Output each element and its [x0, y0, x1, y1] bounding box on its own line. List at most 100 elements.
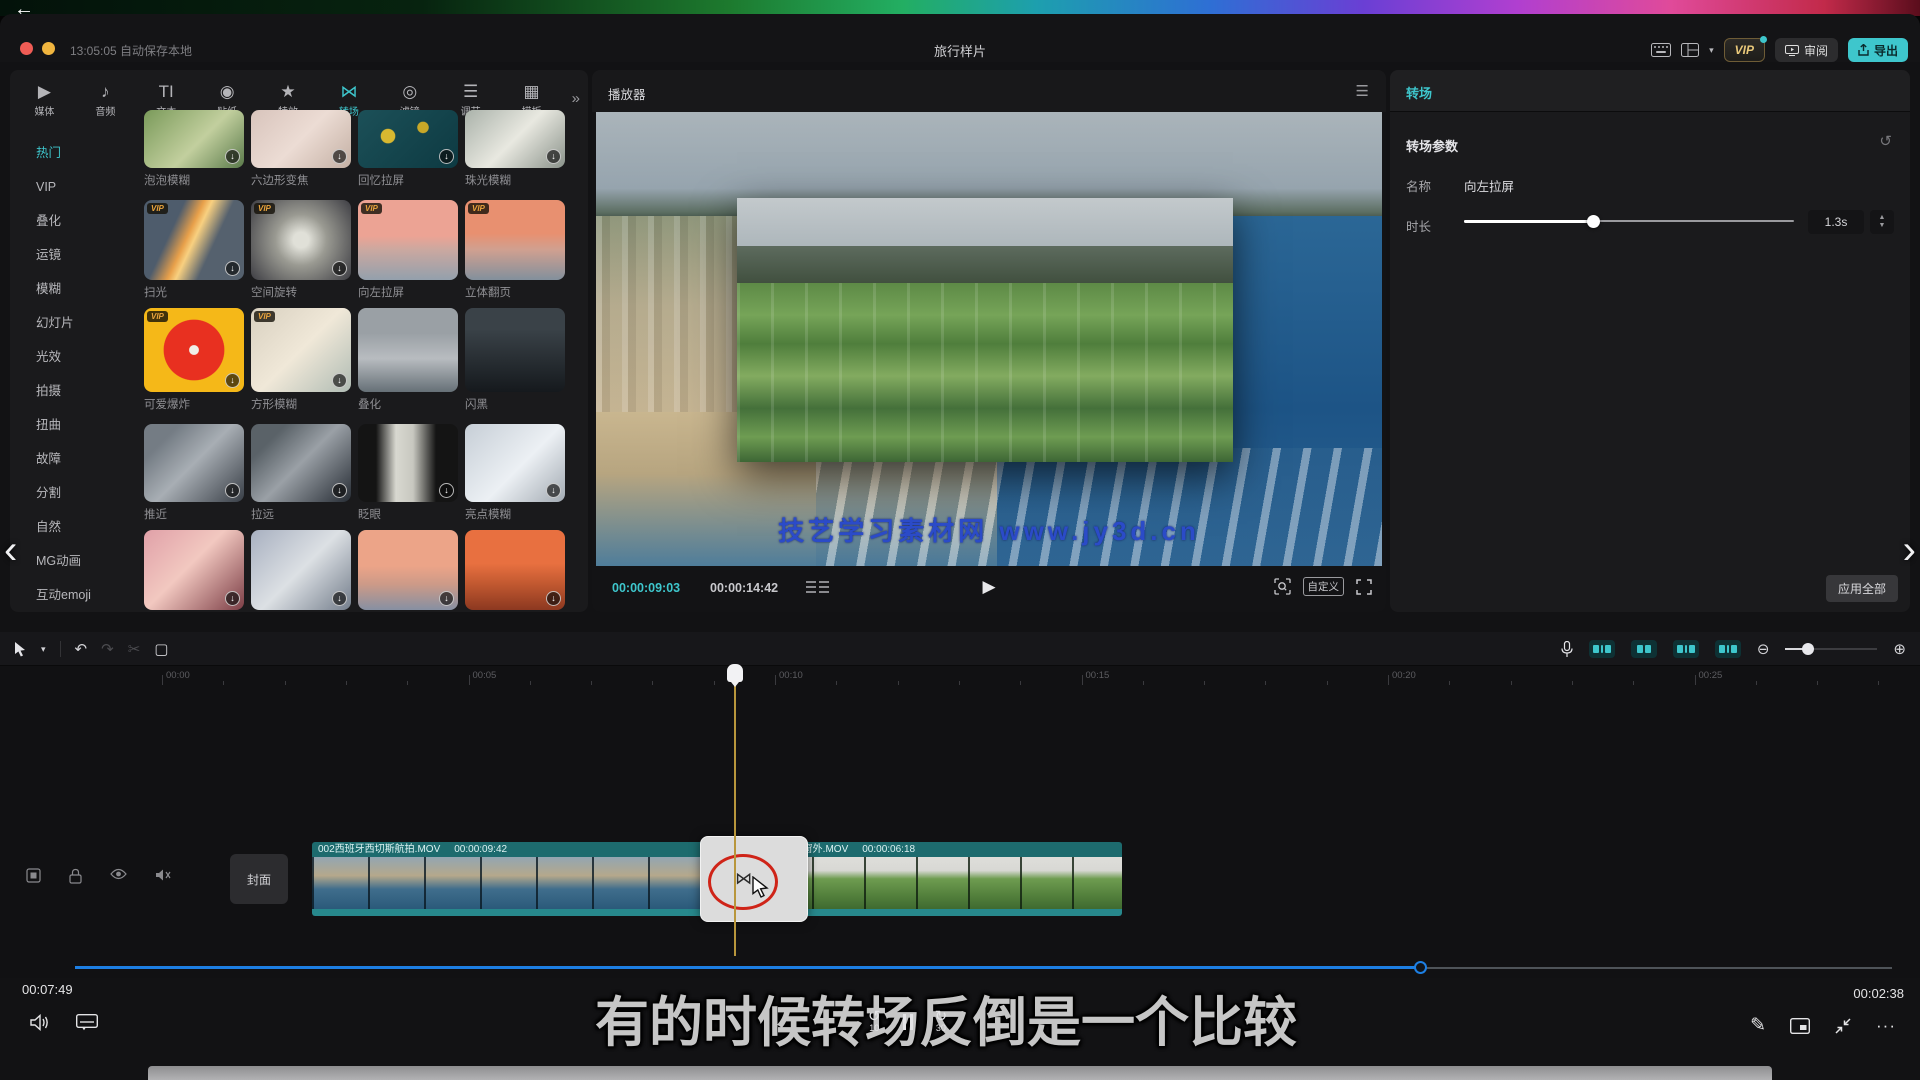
mute-track-icon[interactable]	[155, 868, 171, 882]
ruler-tick	[1817, 681, 1818, 685]
timeline-clip-2[interactable]: 001高铁窗外.MOV00:00:06:18	[760, 842, 1122, 916]
preview-axis-toggle[interactable]	[1715, 640, 1741, 658]
apply-all-button[interactable]: 应用全部	[1826, 575, 1898, 602]
zoom-fit-icon[interactable]	[1274, 578, 1291, 595]
transition-thumbnail[interactable]: VIP	[465, 200, 565, 280]
timeline-zoom-in-icon[interactable]: ⊕	[1893, 640, 1906, 658]
transition-thumbnail[interactable]: ↓	[251, 110, 351, 168]
ruler-tick	[1327, 681, 1328, 685]
back-icon[interactable]: ←	[14, 0, 34, 21]
duration-slider-handle[interactable]	[1587, 215, 1600, 228]
reset-icon[interactable]: ↺	[1879, 132, 1892, 150]
timeline-zoom-handle[interactable]	[1802, 643, 1814, 655]
pause-button[interactable]	[903, 1014, 913, 1030]
review-button[interactable]: 审阅	[1775, 38, 1838, 62]
split-icon[interactable]: ✂	[128, 640, 141, 658]
transition-thumbnail[interactable]: ↓	[358, 110, 458, 168]
timeline-playhead-handle[interactable]	[727, 664, 743, 682]
pip-icon[interactable]	[1790, 1018, 1810, 1034]
fullscreen-icon[interactable]	[1356, 579, 1372, 595]
redo-icon[interactable]: ↷	[101, 640, 114, 658]
duration-stepper[interactable]: ▲▼	[1870, 210, 1894, 234]
transition-thumbnail-label: 拉远	[251, 506, 355, 522]
toolbar-tab-1[interactable]: ▶媒体	[14, 74, 75, 126]
toolbar-more-icon[interactable]: »	[572, 90, 580, 107]
category-item-9[interactable]: 扭曲	[10, 408, 134, 442]
category-item-6[interactable]: 幻灯片	[10, 306, 134, 340]
transition-thumbnail[interactable]: ↓	[465, 110, 565, 168]
category-item-13[interactable]: MG动画	[10, 544, 134, 578]
volume-icon[interactable]	[30, 1014, 50, 1031]
cover-button[interactable]: 封面	[230, 854, 288, 904]
category-item-12[interactable]: 自然	[10, 510, 134, 544]
auto-snap-toggle[interactable]	[1631, 640, 1657, 658]
transition-thumbnail[interactable]: ↓	[144, 424, 244, 502]
scale-mode-button[interactable]: 自定义	[1303, 577, 1345, 596]
transition-thumbnail[interactable]	[358, 308, 458, 392]
select-tool-icon[interactable]	[14, 641, 27, 657]
vip-button[interactable]: VIP	[1724, 38, 1765, 62]
collapse-track-icon[interactable]	[26, 868, 41, 883]
edit-notes-icon[interactable]: ✎	[1750, 1014, 1766, 1037]
toolbar-tab-icon: ▦	[524, 83, 540, 101]
category-item-4[interactable]: 运镜	[10, 238, 134, 272]
hide-track-icon[interactable]	[110, 868, 127, 880]
category-item-5[interactable]: 模糊	[10, 272, 134, 306]
inspector-tab-transition[interactable]: 转场	[1406, 83, 1432, 102]
rewind-10-button[interactable]: ↺10	[868, 1010, 881, 1033]
transition-thumbnail[interactable]: ↓	[465, 530, 565, 610]
timeline-clip-1[interactable]: 002西班牙西切斯航拍.MOV00:00:09:42	[312, 842, 760, 916]
transition-thumbnail[interactable]: VIP↓	[144, 200, 244, 280]
duration-slider[interactable]	[1464, 215, 1794, 227]
video-progress-knob[interactable]	[1414, 961, 1427, 974]
transition-thumbnail[interactable]: ↓	[144, 530, 244, 610]
toolbar-tab-2[interactable]: ♪音频	[75, 74, 136, 126]
layout-switch-icon[interactable]	[1681, 43, 1699, 57]
transition-thumbnail[interactable]: ↓	[465, 424, 565, 502]
category-item-10[interactable]: 故障	[10, 442, 134, 476]
timeline-ruler[interactable]: 00:0000:0500:1000:1500:2000:25	[0, 666, 1920, 688]
transition-thumbnail[interactable]: VIP	[358, 200, 458, 280]
duration-value[interactable]: 1.3s	[1808, 210, 1864, 234]
main-track-magnet-toggle[interactable]	[1589, 640, 1615, 658]
video-progress-bar[interactable]	[75, 966, 1892, 970]
category-item-8[interactable]: 拍摄	[10, 374, 134, 408]
more-options-icon[interactable]: ···	[1876, 1016, 1896, 1036]
record-voiceover-icon[interactable]	[1561, 641, 1573, 658]
timeline-zoom-out-icon[interactable]: ⊖	[1757, 640, 1770, 658]
exit-fullscreen-icon[interactable]	[1834, 1017, 1852, 1035]
layout-dropdown-icon[interactable]: ▾	[1709, 45, 1714, 56]
next-chevron-icon[interactable]: ›	[1903, 528, 1916, 573]
play-button[interactable]: ▶	[982, 577, 995, 597]
transition-thumbnail[interactable]: VIP↓	[251, 200, 351, 280]
category-item-7[interactable]: 光效	[10, 340, 134, 374]
transition-thumbnail[interactable]: ↓	[251, 424, 351, 502]
player-menu-icon[interactable]: ☰	[1356, 82, 1370, 100]
transition-thumbnail[interactable]: ↓	[358, 530, 458, 610]
vip-badge: VIP	[254, 203, 275, 214]
transition-thumbnail[interactable]: VIP↓	[251, 308, 351, 392]
shortcut-keyboard-icon[interactable]	[1651, 43, 1671, 57]
link-clips-toggle[interactable]	[1673, 640, 1699, 658]
category-item-2[interactable]: VIP	[10, 170, 134, 204]
forward-30-button[interactable]: ↻30	[935, 1010, 948, 1033]
category-item-14[interactable]: 互动emoji	[10, 578, 134, 612]
delete-icon[interactable]: ▢	[154, 640, 168, 658]
category-item-11[interactable]: 分割	[10, 476, 134, 510]
undo-icon[interactable]: ↶	[75, 640, 88, 658]
transition-thumbnail[interactable]: VIP↓	[144, 308, 244, 392]
subtitle-panel-icon[interactable]	[76, 1014, 98, 1031]
lock-track-icon[interactable]	[69, 868, 82, 884]
transition-thumbnail[interactable]	[465, 308, 565, 392]
export-button[interactable]: 导出	[1848, 38, 1908, 62]
timeline-zoom-slider[interactable]	[1785, 643, 1877, 655]
transition-thumbnail[interactable]: ↓	[358, 424, 458, 502]
prev-chevron-icon[interactable]: ‹	[4, 528, 17, 573]
dual-view-icon[interactable]	[806, 581, 829, 595]
select-tool-dropdown-icon[interactable]: ▾	[41, 644, 46, 655]
inspector-header: 转场	[1390, 70, 1910, 112]
transition-thumbnail[interactable]: ↓	[144, 110, 244, 168]
category-item-1[interactable]: 热门	[10, 136, 134, 170]
category-item-3[interactable]: 叠化	[10, 204, 134, 238]
transition-thumbnail[interactable]: ↓	[251, 530, 351, 610]
